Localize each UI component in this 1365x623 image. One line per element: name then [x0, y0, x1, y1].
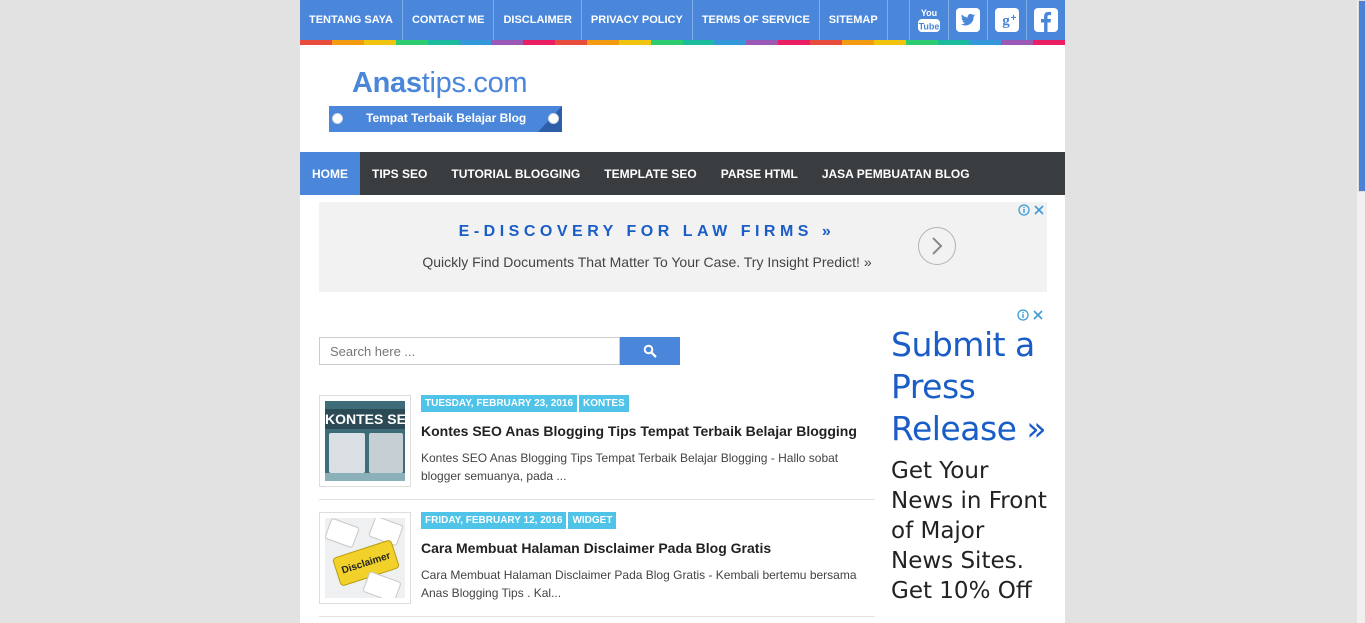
thumb-paper-shape — [369, 433, 403, 473]
nav-jasa-pembuatan-blog[interactable]: JASA PEMBUATAN BLOG — [810, 152, 982, 195]
top-nav-terms-of-service[interactable]: TERMS OF SERVICE — [693, 0, 820, 40]
thumb-kontes-text: KONTES SEO — [325, 409, 405, 429]
post-label-badge[interactable]: KONTES — [579, 395, 629, 412]
main-navigation: HOME TIPS SEO TUTORIAL BLOGGING TEMPLATE… — [300, 152, 1065, 195]
site-logo[interactable]: Anastips.com — [352, 67, 528, 100]
search-button[interactable] — [620, 337, 680, 365]
post-label-badge[interactable]: WIDGET — [568, 512, 617, 529]
nav-tips-seo[interactable]: TIPS SEO — [360, 152, 439, 195]
top-nav-links: TENTANG SAYA CONTACT ME DISCLAIMER PRIVA… — [300, 0, 888, 40]
post-item: Disclaimer FRIDAY, FEBRUARY 12, 2016 WID… — [319, 512, 875, 617]
ad-choices — [1017, 203, 1045, 216]
tagline-dot-right — [548, 113, 559, 124]
logo-rest-text: tips.com — [421, 67, 528, 99]
post-meta: TUESDAY, FEBRUARY 23, 2016 KONTES — [421, 395, 629, 412]
top-nav-sitemap[interactable]: SITEMAP — [820, 0, 888, 40]
page-scrollbar[interactable] — [1357, 0, 1365, 623]
thumb-key-shape — [325, 518, 360, 549]
svg-text:You: You — [921, 8, 937, 18]
side-ad-choices — [1016, 308, 1044, 321]
post-title[interactable]: Kontes SEO Anas Blogging Tips Tempat Ter… — [421, 423, 857, 439]
nav-tutorial-blogging[interactable]: TUTORIAL BLOGGING — [439, 152, 592, 195]
youtube-icon[interactable]: You Tube — [909, 0, 948, 40]
top-nav-privacy-policy[interactable]: PRIVACY POLICY — [582, 0, 693, 40]
ad-close-icon[interactable] — [1032, 203, 1045, 216]
thumb-key-shape — [362, 570, 402, 598]
post-date-badge: TUESDAY, FEBRUARY 23, 2016 — [421, 395, 578, 412]
top-nav-contact-me[interactable]: CONTACT ME — [403, 0, 495, 40]
twitter-icon[interactable] — [948, 0, 987, 40]
post-date-badge: FRIDAY, FEBRUARY 12, 2016 — [421, 512, 567, 529]
nav-parse-html[interactable]: PARSE HTML — [709, 152, 810, 195]
logo-bold-text: Anas — [352, 67, 422, 99]
post-thumbnail[interactable]: Disclaimer — [319, 512, 411, 604]
search-input[interactable] — [319, 337, 620, 365]
sidebar-ad-headline[interactable]: Submit a Press Release » — [891, 324, 1051, 450]
top-nav-disclaimer[interactable]: DISCLAIMER — [494, 0, 582, 40]
thumb-paper-shape — [329, 433, 365, 473]
tagline-text: Tempat Terbaik Belajar Blog — [366, 111, 527, 125]
post-snippet: Cara Membuat Halaman Disclaimer Pada Blo… — [421, 568, 857, 600]
tagline-dot-left — [332, 113, 343, 124]
post-snippet: Kontes SEO Anas Blogging Tips Tempat Ter… — [421, 451, 839, 483]
nav-template-seo[interactable]: TEMPLATE SEO — [592, 152, 708, 195]
facebook-icon[interactable] — [1026, 0, 1065, 40]
post-item: KONTES SEO TUESDAY, FEBRUARY 23, 2016 KO… — [319, 395, 875, 500]
scrollbar-thumb[interactable] — [1358, 0, 1365, 192]
sidebar-ad[interactable]: Submit a Press Release » Get Your News i… — [891, 324, 1051, 623]
post-meta: FRIDAY, FEBRUARY 12, 2016 WIDGET — [421, 512, 617, 529]
thumb-footer-shape — [325, 473, 405, 481]
top-nav-tentang-saya[interactable]: TENTANG SAYA — [300, 0, 403, 40]
svg-text:Tube: Tube — [919, 22, 940, 32]
social-links: You Tube g + — [909, 0, 1065, 40]
sidebar-ad-body: Get Your News in Front of Major News Sit… — [891, 458, 1047, 604]
post-title[interactable]: Cara Membuat Halaman Disclaimer Pada Blo… — [421, 540, 771, 556]
search-icon — [643, 344, 657, 358]
post-thumbnail[interactable]: KONTES SEO — [319, 395, 411, 487]
chevron-right-icon — [932, 237, 943, 255]
google-plus-icon[interactable]: g + — [987, 0, 1026, 40]
ad-banner[interactable]: E-DISCOVERY FOR LAW FIRMS » Quickly Find… — [319, 202, 1047, 292]
ad-headline[interactable]: E-DISCOVERY FOR LAW FIRMS » — [319, 223, 975, 241]
site-tagline: Tempat Terbaik Belajar Blog — [329, 106, 562, 132]
nav-home[interactable]: HOME — [300, 152, 360, 195]
adchoices-info-icon[interactable] — [1017, 203, 1030, 216]
ad-subline[interactable]: Quickly Find Documents That Matter To Yo… — [319, 254, 975, 270]
post-thumbnail-image: KONTES SEO — [325, 401, 405, 481]
ad-close-icon[interactable] — [1031, 308, 1044, 321]
site-header: Anastips.com Tempat Terbaik Belajar Blog — [300, 45, 1065, 152]
page-container: TENTANG SAYA CONTACT ME DISCLAIMER PRIVA… — [300, 0, 1065, 623]
svg-text:+: + — [1011, 13, 1017, 24]
adchoices-info-icon[interactable] — [1016, 308, 1029, 321]
svg-text:g: g — [1002, 13, 1010, 29]
post-thumbnail-image: Disclaimer — [325, 518, 405, 598]
top-navigation: TENTANG SAYA CONTACT ME DISCLAIMER PRIVA… — [300, 0, 1065, 40]
ad-arrow-button[interactable] — [918, 227, 956, 265]
